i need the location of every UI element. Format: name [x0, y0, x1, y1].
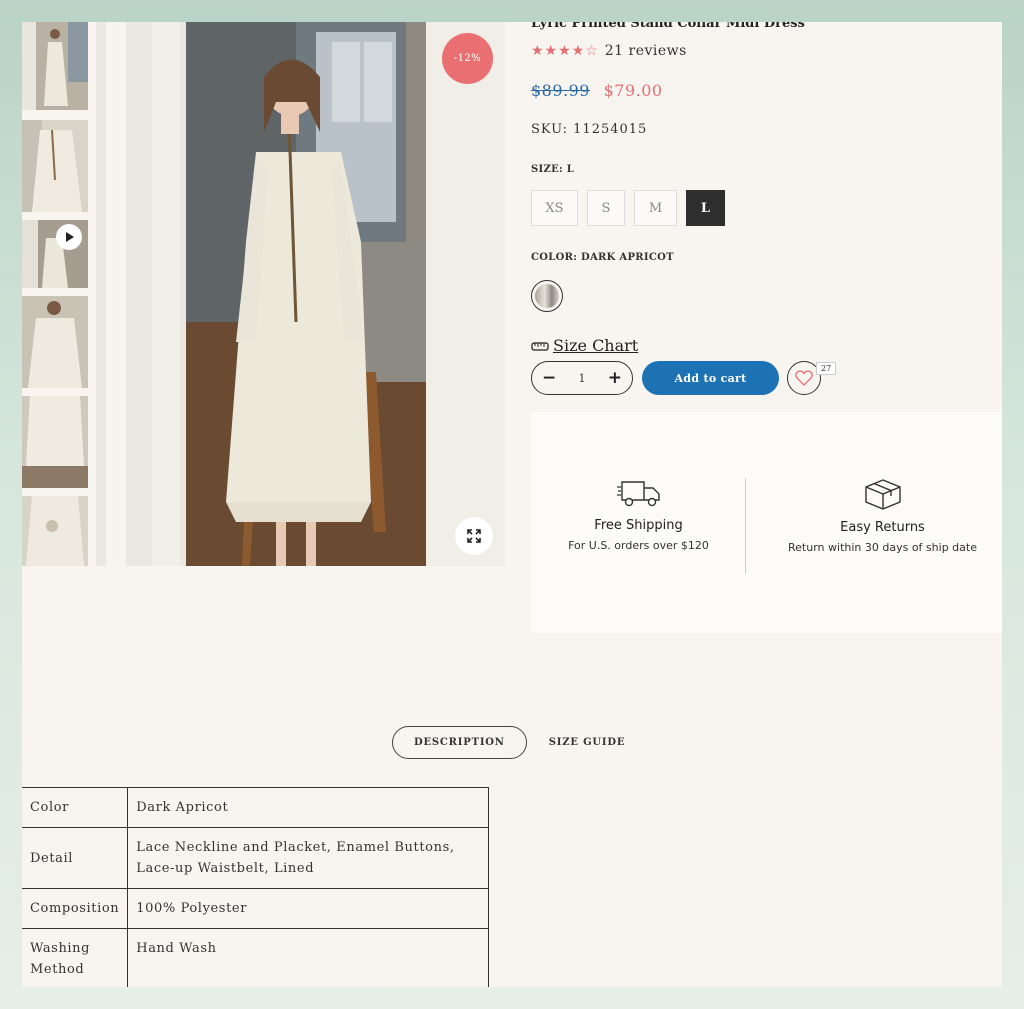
play-icon[interactable]	[56, 224, 82, 250]
color-swatch-dark-apricot[interactable]	[531, 280, 563, 312]
perk-easy-returns: Easy Returns Return within 30 days of sh…	[775, 478, 990, 554]
spec-key: Color	[22, 787, 129, 828]
size-chart-link[interactable]: Size Chart	[531, 336, 638, 355]
size-label: SIZE: L	[531, 164, 575, 175]
product-tabs: DESCRIPTION SIZE GUIDE	[392, 726, 625, 759]
spec-key: Composition	[22, 888, 129, 929]
size-option-m[interactable]: M	[634, 190, 677, 226]
perk-title: Free Shipping	[594, 518, 683, 533]
discount-badge: -12%	[442, 33, 493, 84]
rating-stars-icon: ★★★★☆	[531, 43, 599, 59]
table-row: Composition 100% Polyester	[22, 888, 490, 929]
quantity-value[interactable]: 1	[579, 372, 586, 385]
color-label: COLOR: DARK APRICOT	[531, 252, 674, 263]
reviews-count[interactable]: 21 reviews	[605, 43, 687, 59]
spec-key: Washing Method	[22, 928, 129, 987]
size-options: XS S M L	[531, 190, 725, 226]
box-icon	[864, 479, 901, 510]
original-price: $89.99	[531, 81, 590, 100]
perk-title: Easy Returns	[840, 520, 925, 535]
thumbnail-4[interactable]	[22, 296, 88, 388]
main-product-image[interactable]	[96, 22, 505, 566]
perk-subtitle: For U.S. orders over $120	[568, 539, 709, 552]
wishlist-count: 27	[816, 362, 837, 375]
quantity-stepper[interactable]: − 1 +	[531, 361, 633, 395]
spec-value: Lace Neckline and Placket, Enamel Button…	[127, 827, 490, 889]
table-row: Detail Lace Neckline and Placket, Enamel…	[22, 827, 490, 889]
tab-description[interactable]: DESCRIPTION	[392, 726, 527, 759]
product-title: Lyric Printed Stand Collar Midi Dress	[531, 22, 805, 31]
ruler-icon	[531, 341, 549, 351]
sale-price: $79.00	[603, 81, 663, 100]
thumbnail-video[interactable]	[22, 220, 88, 288]
dress-photo	[96, 22, 505, 566]
spec-value: Hand Wash	[127, 928, 490, 987]
perks-panel: Free Shipping For U.S. orders over $120 …	[531, 412, 1002, 633]
price-block: $89.99 $79.00	[531, 81, 663, 100]
spec-value: 100% Polyester	[127, 888, 490, 929]
thumbnail-2[interactable]	[22, 120, 88, 212]
expand-icon[interactable]	[455, 517, 493, 555]
spec-key: Detail	[22, 827, 129, 889]
size-option-s[interactable]: S	[587, 190, 625, 226]
spec-table: Color Dark Apricot Detail Lace Neckline …	[22, 787, 490, 987]
sku: SKU: 11254015	[531, 122, 648, 137]
size-chart-label[interactable]: Size Chart	[553, 336, 638, 355]
quantity-plus-button[interactable]: +	[608, 368, 622, 388]
size-option-xs[interactable]: XS	[531, 190, 578, 226]
table-row: Washing Method Hand Wash	[22, 928, 490, 987]
quantity-minus-button[interactable]: −	[542, 368, 556, 388]
perk-subtitle: Return within 30 days of ship date	[788, 541, 977, 554]
table-row: Color Dark Apricot	[22, 787, 490, 828]
spec-value: Dark Apricot	[127, 787, 490, 828]
thumbnail-strip[interactable]	[22, 22, 88, 566]
product-page: -12% Lyric Printed Stand Collar Midi Dre…	[22, 22, 1002, 987]
tab-size-guide[interactable]: SIZE GUIDE	[549, 737, 626, 748]
thumbnail-5[interactable]	[22, 396, 88, 488]
perk-free-shipping: Free Shipping For U.S. orders over $120	[531, 478, 746, 552]
heart-icon	[795, 370, 813, 386]
swatch-image	[535, 284, 559, 308]
thumbnail-6[interactable]	[22, 496, 88, 566]
add-to-cart-button[interactable]: Add to cart	[642, 361, 779, 395]
truck-icon	[616, 481, 660, 507]
size-option-l[interactable]: L	[686, 190, 725, 226]
perk-divider	[745, 478, 746, 574]
thumbnail-1[interactable]	[22, 22, 88, 110]
rating[interactable]: ★★★★☆ 21 reviews	[531, 43, 687, 59]
